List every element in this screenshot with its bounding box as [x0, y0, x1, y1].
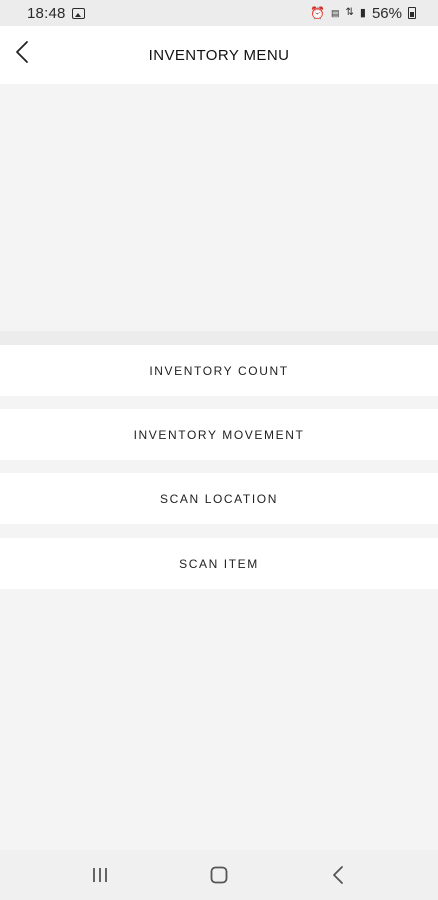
- back-button[interactable]: [10, 38, 34, 66]
- back-nav-button[interactable]: [316, 855, 360, 895]
- status-bar: 18:48 ⏰ ▤ ⇅ ▮ 56%: [0, 0, 438, 26]
- section-divider: [0, 331, 438, 345]
- recent-apps-button[interactable]: [78, 855, 122, 895]
- menu-item-label: INVENTORY MOVEMENT: [133, 427, 305, 442]
- home-icon: [210, 866, 228, 884]
- menu-item-label: SCAN ITEM: [179, 556, 259, 571]
- system-nav-bar: [0, 850, 438, 900]
- volte-icon: ▤: [331, 7, 340, 18]
- menu-item-inventory-movement[interactable]: INVENTORY MOVEMENT: [0, 409, 438, 460]
- header: INVENTORY MENU: [0, 26, 438, 84]
- home-button[interactable]: [197, 855, 241, 895]
- menu-item-inventory-count[interactable]: INVENTORY COUNT: [0, 345, 438, 396]
- page-title: INVENTORY MENU: [148, 46, 290, 64]
- back-icon: [333, 866, 344, 884]
- menu-item-label: SCAN LOCATION: [160, 491, 278, 506]
- data-icon: ⇅: [345, 7, 354, 18]
- battery-percent: 56%: [371, 4, 402, 22]
- battery-icon: [408, 7, 416, 19]
- alarm-icon: ⏰: [310, 6, 325, 20]
- menu-item-scan-location[interactable]: SCAN LOCATION: [0, 473, 438, 524]
- status-time: 18:48: [27, 4, 66, 22]
- menu-item-label: INVENTORY COUNT: [149, 363, 289, 378]
- status-left: 18:48: [27, 5, 85, 22]
- gallery-icon: [71, 7, 85, 19]
- status-right: ⏰ ▤ ⇅ ▮ 56%: [310, 5, 416, 22]
- menu-item-scan-item[interactable]: SCAN ITEM: [0, 538, 438, 589]
- recent-apps-icon: [92, 868, 107, 882]
- chevron-left-icon: [16, 41, 28, 63]
- signal-icon: ▮: [359, 6, 366, 19]
- banner-area: [0, 84, 438, 331]
